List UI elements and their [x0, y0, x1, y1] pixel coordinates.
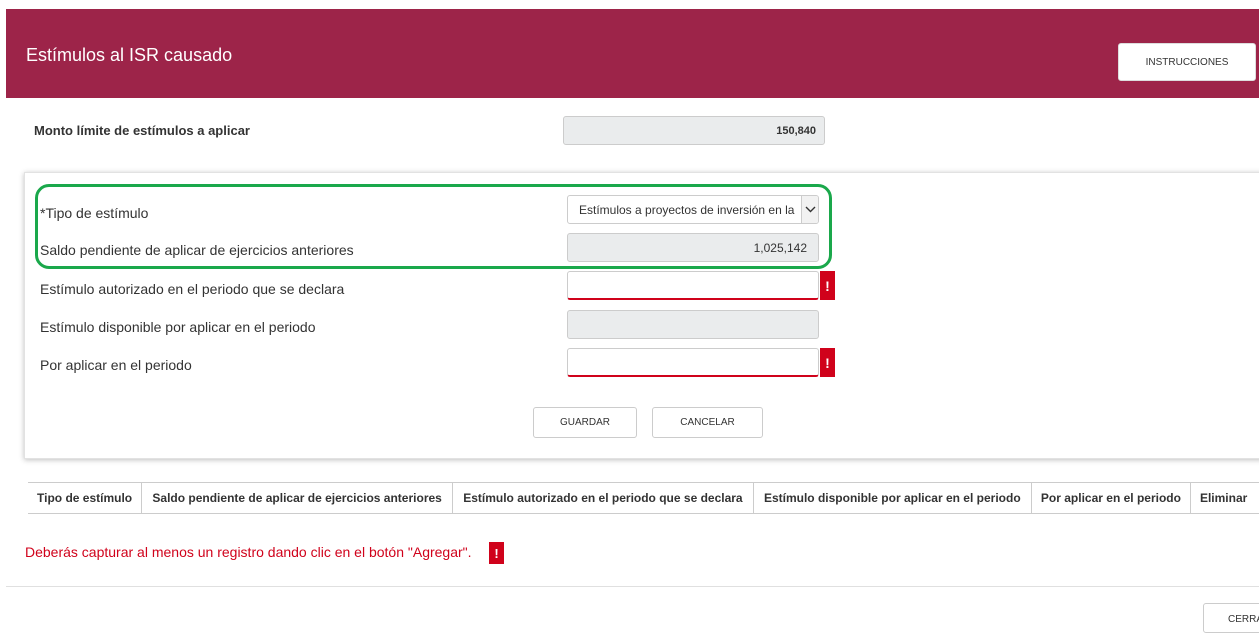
validation-message: Deberás capturar al menos un registro da…	[25, 544, 472, 560]
page-title: Estímulos al ISR causado	[26, 45, 233, 65]
column-header: Por aplicar en el periodo	[1031, 483, 1191, 513]
save-button[interactable]: GUARDAR	[533, 407, 637, 438]
tipo-estimulo-label: *Tipo de estímulo	[40, 205, 149, 221]
por-aplicar-input[interactable]	[567, 348, 819, 377]
chevron-down-icon[interactable]	[801, 196, 818, 223]
table-header-row: Tipo de estímulo Saldo pendiente de apli…	[28, 483, 1259, 513]
top-strip	[0, 0, 1259, 9]
error-icon: !	[820, 271, 835, 300]
divider	[6, 586, 1259, 587]
error-icon: !	[820, 348, 835, 377]
limit-label: Monto límite de estímulos a aplicar	[34, 123, 250, 138]
estimulo-disponible-field	[567, 310, 819, 339]
estimulo-autorizado-label: Estímulo autorizado en el periodo que se…	[40, 281, 345, 297]
column-header: Tipo de estímulo	[28, 483, 143, 513]
column-header: Eliminar	[1199, 491, 1248, 505]
por-aplicar-label: Por aplicar en el periodo	[40, 357, 192, 373]
instructions-button[interactable]: INSTRUCCIONES	[1118, 43, 1256, 81]
tipo-estimulo-value: Estímulos a proyectos de inversión en la	[579, 203, 795, 217]
saldo-pendiente-field: 1,025,142	[567, 233, 819, 262]
error-icon: !	[489, 542, 504, 564]
estimulo-autorizado-input[interactable]	[567, 271, 819, 300]
limit-value-field: 150,840	[563, 116, 825, 145]
tipo-estimulo-select[interactable]: Estímulos a proyectos de inversión en la	[567, 195, 819, 224]
page-header: Estímulos al ISR causado INSTRUCCIONES	[6, 9, 1259, 98]
column-header: Estímulo autorizado en el periodo que se…	[452, 483, 754, 513]
column-header: Saldo pendiente de aplicar de ejercicios…	[141, 483, 454, 513]
estimulo-disponible-label: Estímulo disponible por aplicar en el pe…	[40, 319, 316, 335]
column-header: Estímulo disponible por aplicar en el pe…	[753, 483, 1032, 513]
saldo-pendiente-label: Saldo pendiente de aplicar de ejercicios…	[40, 242, 354, 258]
cancel-button[interactable]: CANCELAR	[652, 407, 763, 438]
records-table: Tipo de estímulo Saldo pendiente de apli…	[28, 482, 1259, 514]
close-button[interactable]: CERRAR	[1203, 603, 1259, 633]
